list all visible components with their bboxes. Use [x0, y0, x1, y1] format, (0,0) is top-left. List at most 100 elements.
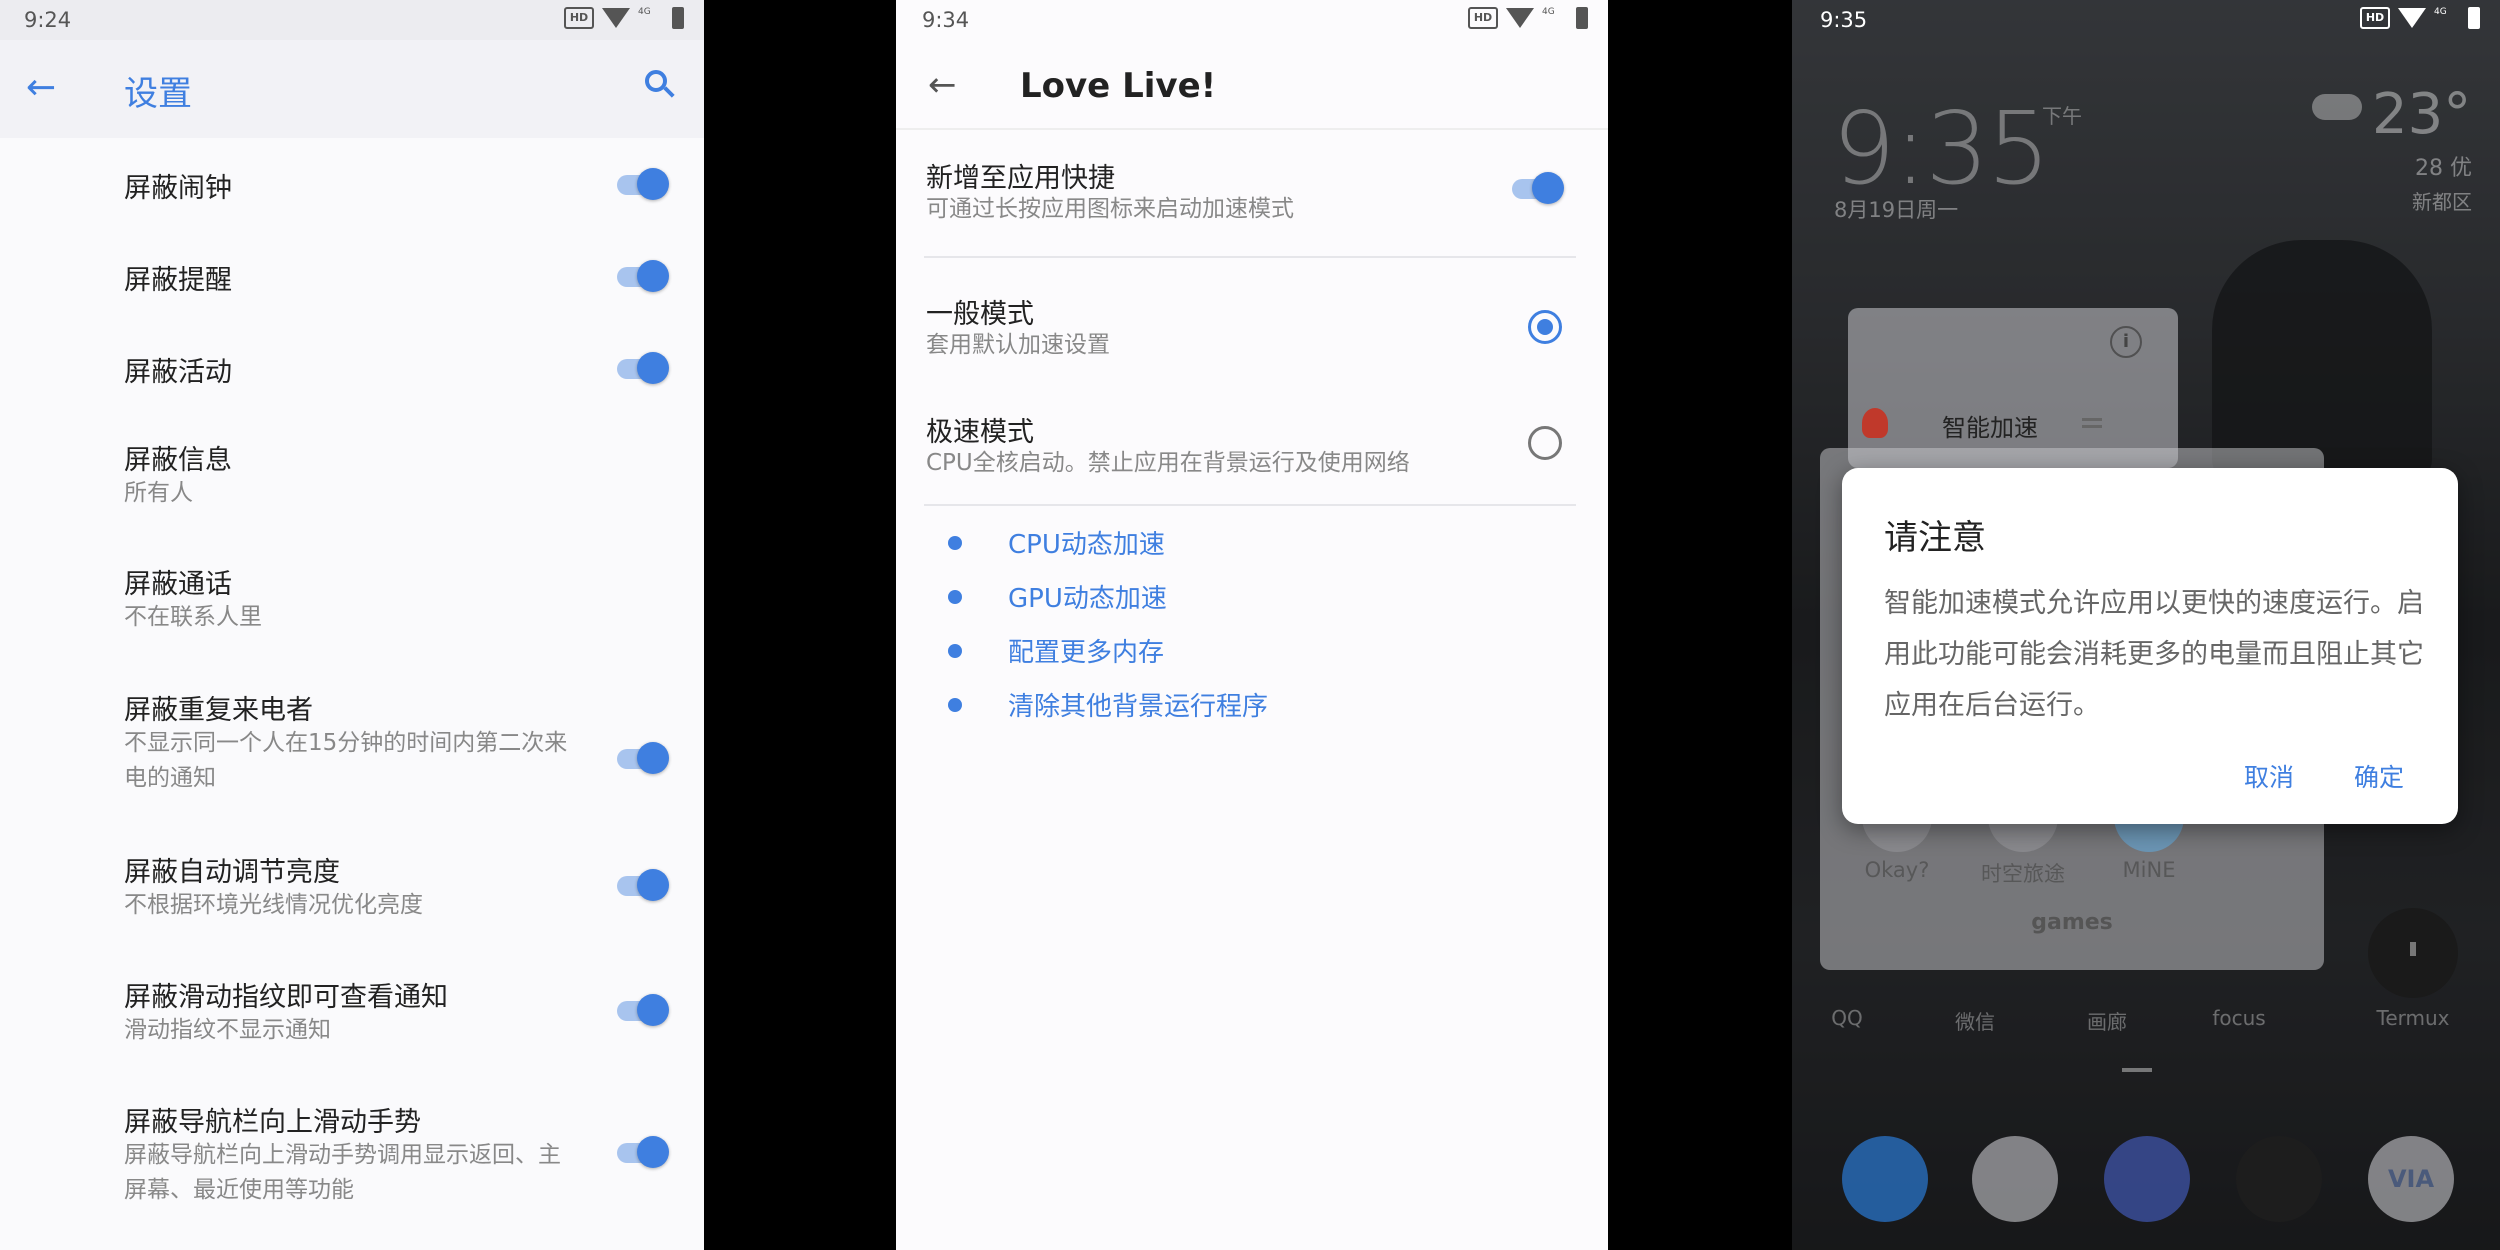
notice-dialog: 请注意 智能加速模式允许应用以更快的速度运行。启用此功能可能会消耗更多的电量而且…: [1842, 468, 2458, 824]
ok-button[interactable]: 确定: [2354, 758, 2404, 794]
setting-title: 屏蔽闹钟: [124, 173, 232, 204]
bullet-icon: [948, 536, 962, 550]
contacts-icon[interactable]: [1972, 1136, 2058, 1222]
battery-icon: [672, 7, 684, 29]
signal-icon: 4G: [638, 7, 651, 17]
date-label: 8月19日周一: [1834, 198, 1959, 222]
clock-widget[interactable]: 9:35: [1832, 90, 2051, 207]
wifi-icon: [602, 8, 630, 28]
app-label-focus[interactable]: focus: [2184, 1006, 2294, 1030]
setting-row[interactable]: 屏蔽活动: [0, 344, 704, 434]
search-icon[interactable]: [645, 70, 675, 98]
wifi-icon: [2398, 8, 2426, 28]
bullet-icon: [948, 698, 962, 712]
feature-label: GPU动态加速: [1008, 584, 1167, 614]
setting-subtitle: 屏蔽导航栏向上滑动手势调用显示返回、主屏幕、最近使用等功能: [124, 1142, 561, 1203]
messages-icon[interactable]: [2104, 1136, 2190, 1222]
app-label: Okay?: [1864, 858, 1930, 882]
shortcut-title: 新增至应用快捷: [926, 163, 1115, 194]
setting-subtitle: 不显示同一个人在15分钟的时间内第二次来电的通知: [124, 730, 568, 791]
cloud-rain-icon: [2312, 94, 2362, 120]
feature-item: 清除其他背景运行程序: [896, 684, 1608, 724]
shortcut-label[interactable]: 智能加速: [1942, 408, 2038, 443]
feature-label: 配置更多内存: [1008, 638, 1165, 668]
bullet-icon: [948, 590, 962, 604]
status-bar: 9:24 HD 4G: [0, 0, 704, 40]
feature-item: GPU动态加速: [896, 576, 1608, 616]
weather-widget[interactable]: 23° 28 优 新都区: [2312, 82, 2482, 222]
setting-title: 屏蔽通话: [124, 569, 232, 600]
phone-icon[interactable]: [1842, 1136, 1928, 1222]
toggle-switch[interactable]: [617, 258, 669, 292]
mode-normal-row[interactable]: 一般模式 套用默认加速设置: [896, 292, 1608, 372]
setting-row[interactable]: 屏蔽滑动指纹即可查看通知 滑动指纹不显示通知: [0, 975, 704, 1065]
battery-icon: [2468, 7, 2480, 29]
battery-icon: [1576, 7, 1588, 29]
folder-name: games: [2031, 910, 2113, 935]
app-bar: ← 设置: [0, 40, 704, 138]
app-label-gallery[interactable]: 画廊: [2052, 1006, 2162, 1035]
setting-row[interactable]: 屏蔽导航栏向上滑动手势 屏蔽导航栏向上滑动手势调用显示返回、主屏幕、最近使用等功…: [0, 1100, 704, 1210]
signal-icon: 4G: [2434, 7, 2447, 17]
setting-row[interactable]: 屏蔽信息 所有人: [0, 438, 704, 548]
mode-extreme-row[interactable]: 极速模式 CPU全核启动。禁止应用在背景运行及使用网络: [896, 410, 1608, 490]
setting-row[interactable]: 屏蔽闹钟: [0, 160, 704, 250]
shortcut-subtitle: 可通过长按应用图标来启动加速模式: [926, 196, 1294, 222]
game-boost-panel: 9:34 HD 4G ← Love Live! 新增至应用快捷 可通过长按应用图…: [896, 0, 1608, 1250]
dialog-title: 请注意: [1884, 518, 1986, 558]
mode-subtitle: 套用默认加速设置: [926, 332, 1110, 358]
hd-icon: HD: [1468, 7, 1498, 29]
setting-title: 屏蔽导航栏向上滑动手势: [124, 1107, 421, 1138]
feature-label: CPU动态加速: [1008, 530, 1165, 560]
app-label-qq[interactable]: QQ: [1792, 1006, 1902, 1030]
termux-icon[interactable]: [2368, 908, 2458, 998]
weather-temp: 23°: [2372, 82, 2472, 147]
status-time: 9:34: [922, 8, 970, 32]
toggle-switch[interactable]: [617, 740, 669, 774]
setting-row[interactable]: 屏蔽自动调节亮度 不根据环境光线情况优化亮度: [0, 850, 704, 940]
app-label: 时空旅途: [1981, 862, 2065, 886]
status-time: 9:24: [24, 8, 72, 32]
page-title: Love Live!: [1020, 66, 1217, 106]
mode-normal-radio[interactable]: [1528, 310, 1562, 344]
feature-item: 配置更多内存: [896, 630, 1608, 670]
setting-subtitle: 不根据环境光线情况优化亮度: [124, 892, 423, 918]
shortcut-row[interactable]: 新增至应用快捷 可通过长按应用图标来启动加速模式: [896, 156, 1608, 246]
weather-aqi: 28 优: [2415, 156, 2472, 181]
signal-icon: 4G: [1542, 7, 1555, 17]
app-label-termux[interactable]: Termux: [2358, 1006, 2468, 1030]
toggle-switch[interactable]: [617, 166, 669, 200]
setting-title: 屏蔽滑动指纹即可查看通知: [124, 982, 448, 1013]
cancel-button[interactable]: 取消: [2244, 758, 2294, 794]
app-label: MiNE: [2122, 858, 2176, 882]
setting-subtitle: 滑动指纹不显示通知: [124, 1017, 331, 1043]
divider: [924, 256, 1576, 258]
page-indicator: [2122, 1068, 2152, 1072]
drag-handle-icon[interactable]: [2082, 418, 2102, 428]
back-arrow-icon[interactable]: ←: [26, 70, 56, 106]
divider: [924, 504, 1576, 506]
status-time: 9:35: [1820, 8, 1868, 32]
status-bar: 9:35 HD 4G: [1792, 0, 2500, 40]
back-arrow-icon[interactable]: ←: [928, 68, 957, 102]
app-label-wechat[interactable]: 微信: [1920, 1006, 2030, 1035]
setting-row[interactable]: 屏蔽提醒: [0, 252, 704, 342]
toggle-switch[interactable]: [617, 992, 669, 1026]
toggle-switch[interactable]: [617, 867, 669, 901]
via-browser-icon[interactable]: VIA: [2368, 1136, 2454, 1222]
info-icon[interactable]: i: [2110, 326, 2142, 358]
bullet-icon: [948, 644, 962, 658]
shortcut-toggle[interactable]: [1512, 170, 1564, 204]
mode-extreme-radio[interactable]: [1528, 426, 1562, 460]
feature-label: 清除其他背景运行程序: [1008, 692, 1269, 722]
setting-row[interactable]: 屏蔽重复来电者 不显示同一个人在15分钟的时间内第二次来电的通知: [0, 688, 704, 798]
mode-subtitle: CPU全核启动。禁止应用在背景运行及使用网络: [926, 450, 1410, 476]
hd-icon: HD: [2360, 7, 2390, 29]
settings-panel: 9:24 HD 4G ← 设置 屏蔽闹钟 屏蔽提醒 屏蔽活动 屏蔽信息 所有人 …: [0, 0, 704, 1250]
setting-subtitle: 所有人: [124, 480, 193, 506]
camera-icon[interactable]: [2236, 1136, 2322, 1222]
setting-title: 屏蔽信息: [124, 445, 232, 476]
toggle-switch[interactable]: [617, 1134, 669, 1168]
toggle-switch[interactable]: [617, 350, 669, 384]
setting-row[interactable]: 屏蔽通话 不在联系人里: [0, 562, 704, 672]
